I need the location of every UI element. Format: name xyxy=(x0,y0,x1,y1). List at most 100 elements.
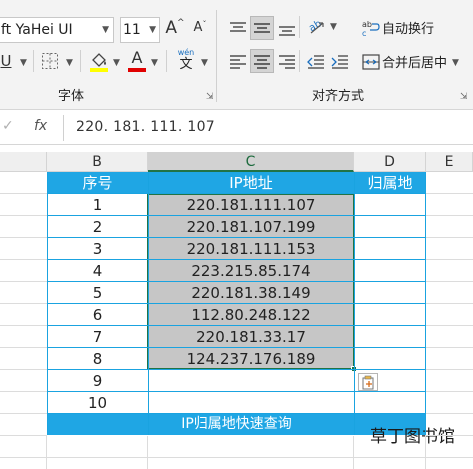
shrink-font-button[interactable]: Aˇ xyxy=(190,20,210,42)
chevron-down-icon: ▼ xyxy=(102,25,109,35)
table-border xyxy=(47,172,48,435)
serial-cell[interactable]: 6 xyxy=(47,304,148,326)
grow-font-button[interactable]: A^ xyxy=(165,18,185,40)
serial-cell[interactable]: 10 xyxy=(47,392,148,414)
insert-function-button[interactable]: fx xyxy=(34,118,47,134)
serial-cell[interactable]: 3 xyxy=(47,238,148,260)
align-middle-icon xyxy=(254,23,270,33)
column-header-b[interactable]: B xyxy=(47,152,148,172)
wrap-text-button[interactable]: ab c 自动换行 xyxy=(362,16,467,40)
gridline xyxy=(0,413,47,414)
location-cell[interactable] xyxy=(354,238,426,260)
gridline xyxy=(426,215,473,216)
location-cell[interactable] xyxy=(354,326,426,348)
column-header-d[interactable]: D xyxy=(354,152,426,172)
gridline xyxy=(426,457,473,458)
chevron-down-icon[interactable]: ▼ xyxy=(20,58,27,68)
serial-cell[interactable]: 4 xyxy=(47,260,148,282)
location-cell[interactable] xyxy=(354,260,426,282)
location-cell[interactable] xyxy=(354,194,426,216)
location-cell[interactable] xyxy=(354,392,426,414)
location-cell[interactable] xyxy=(354,304,426,326)
fill-color-icon[interactable] xyxy=(89,50,109,72)
align-center-icon xyxy=(254,55,270,69)
gridline xyxy=(426,303,473,304)
column-header-e[interactable]: E xyxy=(426,152,473,172)
phonetic-guide-button[interactable]: wén 文 xyxy=(175,48,197,72)
serial-cell[interactable]: 2 xyxy=(47,216,148,238)
table-header-cell[interactable]: 归属地 xyxy=(354,172,426,194)
location-cell[interactable] xyxy=(354,216,426,238)
location-cell[interactable] xyxy=(354,348,426,370)
dialog-launcher-icon[interactable]: ⇲ xyxy=(460,92,468,102)
font-color-button[interactable]: A xyxy=(128,48,146,68)
table-header-cell[interactable]: IP地址 xyxy=(148,172,354,194)
serial-cell[interactable]: 1 xyxy=(47,194,148,216)
font-name-dropdown[interactable]: ft YaHei UI ▼ xyxy=(0,17,114,43)
gridline xyxy=(426,369,473,370)
gridline xyxy=(426,325,473,326)
svg-text:ab: ab xyxy=(362,20,372,29)
table-header-cell[interactable]: 序号 xyxy=(47,172,148,194)
ip-cell[interactable] xyxy=(148,392,354,414)
quick-analysis-button[interactable] xyxy=(358,373,378,391)
enter-check-icon[interactable]: ✓ xyxy=(2,118,14,134)
alignment-group-label: 对齐方式 xyxy=(312,89,365,104)
table-border xyxy=(47,413,426,414)
underline-label: U xyxy=(0,52,12,70)
table-border xyxy=(47,369,426,370)
table-border xyxy=(47,215,426,216)
align-middle-button[interactable] xyxy=(250,16,274,40)
chevron-down-icon[interactable]: ▼ xyxy=(201,58,208,68)
serial-cell[interactable]: 5 xyxy=(47,282,148,304)
orientation-icon[interactable]: ab xyxy=(307,16,327,36)
gridline xyxy=(426,237,473,238)
caret-down-icon: ˇ xyxy=(202,20,207,29)
wrap-text-label: 自动换行 xyxy=(382,22,435,37)
font-size-value: 11 xyxy=(123,22,141,38)
chevron-down-icon[interactable]: ▼ xyxy=(330,22,337,32)
align-left-icon[interactable] xyxy=(229,54,247,70)
formula-bar: ✓ fx 220. 181. 111. 107 xyxy=(0,111,473,145)
column-header-c[interactable]: C xyxy=(148,152,354,172)
serial-cell[interactable]: 7 xyxy=(47,326,148,348)
align-bottom-icon[interactable] xyxy=(278,21,296,37)
increase-indent-icon[interactable] xyxy=(331,54,349,70)
gridline xyxy=(0,435,47,436)
chevron-down-icon: ▼ xyxy=(452,58,459,68)
gridline xyxy=(0,391,47,392)
borders-icon[interactable] xyxy=(41,52,59,70)
gridline xyxy=(426,391,473,392)
serial-cell[interactable]: 8 xyxy=(47,348,148,370)
chevron-down-icon[interactable]: ▼ xyxy=(66,58,73,68)
align-top-icon[interactable] xyxy=(229,21,247,37)
font-color-swatch xyxy=(128,68,146,72)
formula-input[interactable]: 220. 181. 111. 107 xyxy=(76,119,215,135)
gridline xyxy=(426,193,473,194)
chevron-down-icon[interactable]: ▼ xyxy=(113,58,120,68)
gridline xyxy=(426,259,473,260)
table-border xyxy=(47,193,426,194)
gridline xyxy=(46,436,47,469)
separator xyxy=(33,50,34,72)
table-border xyxy=(47,237,426,238)
dialog-launcher-icon[interactable]: ⇲ xyxy=(206,92,214,102)
ribbon: ft YaHei UI ▼ 11 ▼ A^ Aˇ U ▼ ▼ ▼ A ▼ wén… xyxy=(0,0,473,110)
merge-center-label: 合并后居中 xyxy=(382,56,448,71)
phonetic-top-label: wén xyxy=(177,48,195,57)
location-cell[interactable] xyxy=(354,282,426,304)
ip-cell[interactable] xyxy=(148,370,354,392)
align-right-icon[interactable] xyxy=(278,54,296,70)
gridline xyxy=(426,413,473,414)
chevron-down-icon: ▼ xyxy=(149,25,156,35)
underline-button[interactable]: U xyxy=(0,52,14,72)
separator xyxy=(63,115,64,141)
table-border xyxy=(148,172,149,435)
font-size-dropdown[interactable]: 11 ▼ xyxy=(120,17,160,43)
serial-cell[interactable]: 9 xyxy=(47,370,148,392)
grow-font-label: A xyxy=(165,18,178,38)
decrease-indent-icon[interactable] xyxy=(307,54,325,70)
chevron-down-icon[interactable]: ▼ xyxy=(151,58,158,68)
merge-center-button[interactable]: 合并后居中 ▼ xyxy=(362,50,467,74)
align-center-button[interactable] xyxy=(250,49,274,73)
